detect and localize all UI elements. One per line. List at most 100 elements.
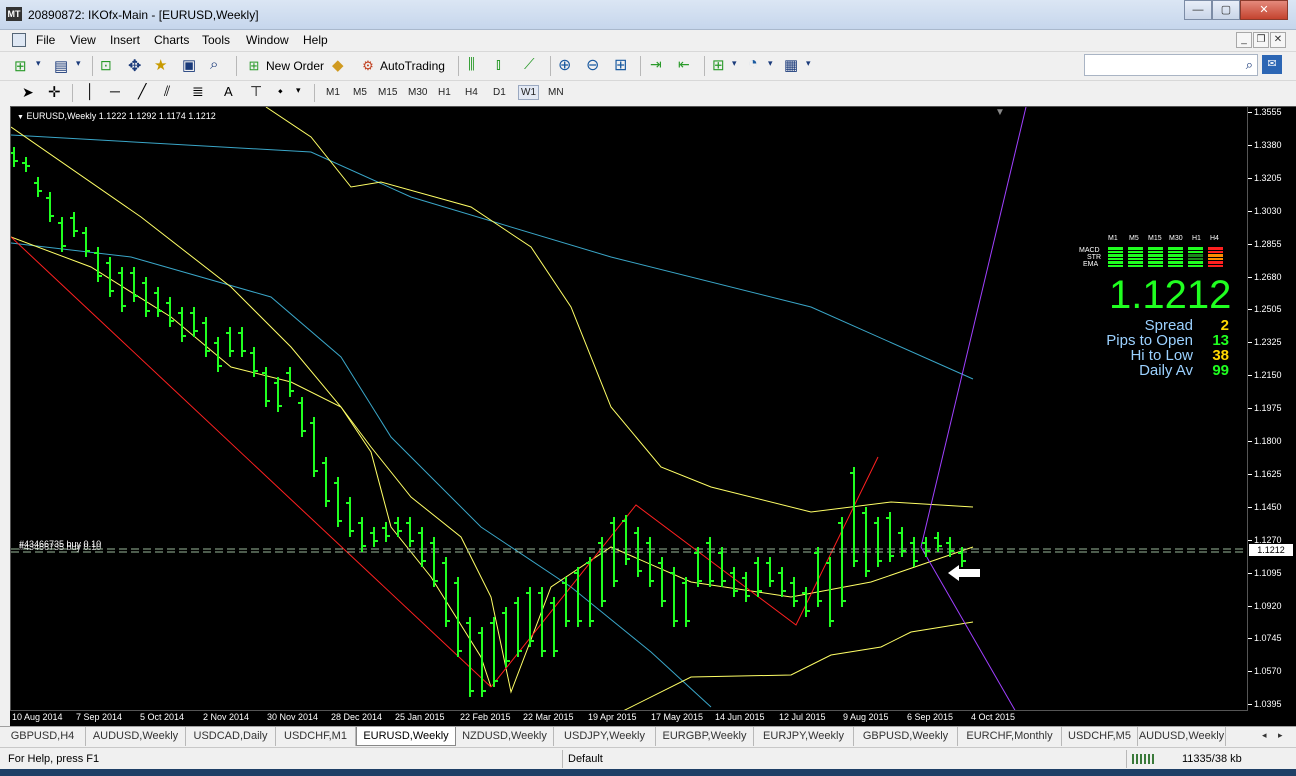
- new-order-label: New Order: [266, 59, 325, 73]
- strategy-tester-icon[interactable]: ⌕: [210, 56, 218, 73]
- auto-scroll-icon[interactable]: ⇥: [650, 56, 662, 73]
- menu-file[interactable]: File: [36, 33, 55, 47]
- chart-window-icon[interactable]: [12, 33, 26, 47]
- timeframe-mn[interactable]: MN: [548, 87, 564, 98]
- price-scale[interactable]: 1.0395 1.0570 1.0745 1.0920 1.1095 1.1270 1.14…: [1248, 106, 1296, 711]
- standard-toolbar: ⊞ ▾ ▤ ▾ ⊡ ✥ ★ ▣ ⌕ ⊞ New Order ◆ ⚙ AutoTr…: [0, 51, 1296, 79]
- maximize-window-button[interactable]: ▢: [1212, 0, 1240, 20]
- timeframe-m30[interactable]: M30: [408, 87, 427, 98]
- timeframe-m15[interactable]: M15: [378, 87, 397, 98]
- zoom-in-icon[interactable]: ⊕: [558, 55, 571, 75]
- mdi-close-button[interactable]: ✕: [1270, 32, 1286, 48]
- chart-shift-icon[interactable]: ⇤: [678, 56, 690, 73]
- trendline-icon[interactable]: ╱: [138, 83, 146, 100]
- text-tool-icon[interactable]: A: [224, 84, 233, 99]
- bar-chart-icon[interactable]: ⫼: [468, 56, 475, 73]
- time-tick-label: 6 Sep 2015: [907, 712, 954, 722]
- mdi-minimize-button[interactable]: _: [1236, 32, 1252, 48]
- chart-tab[interactable]: USDCHF,M1: [276, 727, 356, 746]
- indicator-signal-cell: [1188, 257, 1203, 260]
- menu-tools[interactable]: Tools: [202, 33, 230, 47]
- tabs-scroll-right-icon[interactable]: ▸: [1278, 730, 1283, 741]
- new-order-button[interactable]: ⊞ New Order: [246, 58, 324, 74]
- metaeditor-icon[interactable]: ◆: [332, 56, 344, 74]
- chart-tab[interactable]: EURUSD,Weekly: [356, 727, 456, 746]
- cursor-tool-icon[interactable]: ➤: [22, 84, 34, 101]
- status-profile[interactable]: Default: [568, 753, 603, 765]
- periods-icon[interactable]: ◔: [748, 55, 758, 73]
- market-watch-icon[interactable]: ⊡: [100, 57, 112, 74]
- indicators-icon[interactable]: ⊞: [712, 56, 725, 74]
- tile-windows-icon[interactable]: ⊞: [614, 55, 627, 75]
- app-logo-icon: MT: [6, 7, 22, 21]
- menu-insert[interactable]: Insert: [110, 33, 140, 47]
- chart-tab[interactable]: AUDUSD,Weekly: [1138, 727, 1226, 746]
- equidistant-channel-icon[interactable]: ⫽: [164, 83, 170, 100]
- new-chart-icon[interactable]: ⊞: [14, 57, 27, 75]
- mail-icon[interactable]: ✉: [1262, 55, 1282, 74]
- candlestick-icon[interactable]: ⫾: [496, 56, 501, 73]
- chart-tab[interactable]: NZDUSD,Weekly: [456, 727, 554, 746]
- search-icon[interactable]: ⌕: [1246, 57, 1253, 73]
- line-chart-icon[interactable]: ⟋: [524, 56, 535, 73]
- chart-tab[interactable]: AUDUSD,Weekly: [86, 727, 186, 746]
- tabs-scroll-left-icon[interactable]: ◂: [1262, 730, 1267, 741]
- timeframe-h4[interactable]: H4: [465, 87, 478, 98]
- menu-window[interactable]: Window: [246, 33, 289, 47]
- timeframe-h1[interactable]: H1: [438, 87, 451, 98]
- indicators-dropdown-icon[interactable]: ▾: [732, 58, 737, 69]
- timeframe-m1[interactable]: M1: [326, 87, 340, 98]
- indicator-signal-cell: [1208, 250, 1223, 253]
- minimize-window-button[interactable]: —: [1184, 0, 1212, 20]
- navigator-icon[interactable]: ✥: [128, 56, 141, 76]
- chart-tab[interactable]: USDCHF,M5: [1062, 727, 1138, 746]
- menu-view[interactable]: View: [70, 33, 96, 47]
- timeframe-d1[interactable]: D1: [493, 87, 506, 98]
- chart-tab[interactable]: EURJPY,Weekly: [754, 727, 854, 746]
- menu-help[interactable]: Help: [303, 33, 328, 47]
- indicator-signal-cell: [1188, 264, 1203, 267]
- crosshair-tool-icon[interactable]: ✛: [48, 83, 61, 101]
- timeframe-w1[interactable]: W1: [518, 85, 539, 100]
- close-window-button[interactable]: ✕: [1240, 0, 1288, 20]
- indicator-signal-cell: [1148, 261, 1163, 264]
- time-tick-label: 17 May 2015: [651, 712, 704, 722]
- vertical-line-icon[interactable]: │: [86, 83, 95, 99]
- current-price-tag: 1.1212: [1249, 544, 1293, 556]
- profiles-icon[interactable]: ▤: [54, 57, 68, 75]
- search-box[interactable]: ⌕: [1084, 54, 1258, 76]
- mdi-restore-button[interactable]: ❐: [1253, 32, 1269, 48]
- time-axis[interactable]: 10 Aug 2014 7 Sep 2014 5 Oct 2014 2 Nov 201…: [10, 711, 1296, 726]
- chart-tab[interactable]: GBPUSD,Weekly: [854, 727, 958, 746]
- profiles-dropdown-icon[interactable]: ▾: [76, 58, 81, 69]
- new-chart-dropdown-icon[interactable]: ▾: [36, 58, 41, 69]
- chart-tab[interactable]: EURCHF,Monthly: [958, 727, 1062, 746]
- chart-tab[interactable]: USDJPY,Weekly: [554, 727, 656, 746]
- autotrading-button[interactable]: ⚙ AutoTrading: [360, 58, 445, 74]
- time-tick-label: 25 Jan 2015: [395, 712, 445, 722]
- price-tick-label: 1.1450: [1248, 501, 1282, 512]
- templates-dropdown-icon[interactable]: ▾: [806, 58, 811, 69]
- periods-dropdown-icon[interactable]: ▾: [768, 58, 773, 69]
- ind-row-str: STR: [1087, 254, 1101, 261]
- price-tick-label: 1.1800: [1248, 436, 1282, 446]
- chart-tab[interactable]: GBPUSD,H4: [0, 727, 86, 746]
- zoom-out-icon[interactable]: ⊖: [586, 55, 599, 75]
- menu-charts[interactable]: Charts: [154, 33, 189, 47]
- price-tick-label: 1.2150: [1248, 370, 1282, 381]
- chart-tab[interactable]: EURGBP,Weekly: [656, 727, 754, 746]
- chart-shift-marker-icon[interactable]: ▼: [995, 107, 1005, 118]
- price-chart[interactable]: ▼ EURUSD,Weekly 1.1222 1.1292 1.1174 1.1…: [10, 106, 1248, 711]
- terminal-icon[interactable]: ▣: [182, 56, 196, 74]
- favorites-icon[interactable]: ★: [154, 56, 167, 74]
- arrows-icon[interactable]: ⬩: [278, 83, 283, 99]
- chart-tab[interactable]: USDCAD,Daily: [186, 727, 276, 746]
- horizontal-line-icon[interactable]: ─: [110, 83, 120, 99]
- timeframe-m5[interactable]: M5: [353, 87, 367, 98]
- arrows-dropdown-icon[interactable]: ▾: [296, 85, 301, 96]
- indicator-panel: M1 M5 M15 M30 H1 H4 MACD STR EMA 1.1212 …: [1071, 235, 1231, 385]
- templates-icon[interactable]: ▦: [784, 56, 798, 74]
- text-label-icon[interactable]: ⊤: [250, 83, 262, 100]
- price-tick-label: 1.3555: [1248, 107, 1282, 117]
- fibonacci-icon[interactable]: ≣: [192, 83, 204, 100]
